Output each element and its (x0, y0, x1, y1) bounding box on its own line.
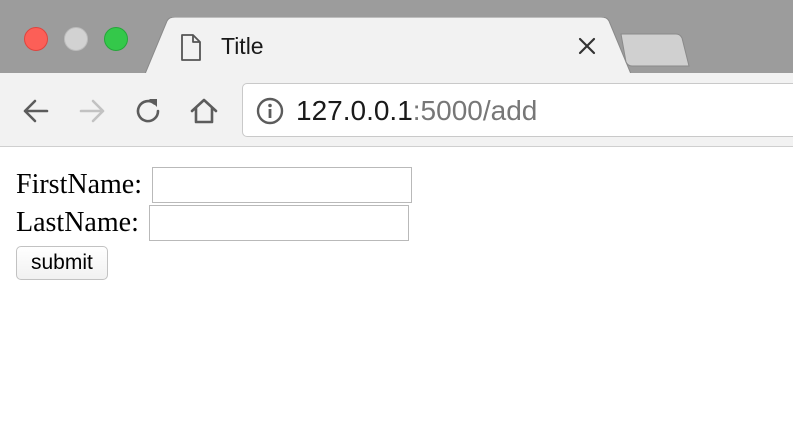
info-icon[interactable] (256, 97, 284, 125)
tab-title: Title (221, 33, 264, 59)
add-form: FirstName: LastName: submit (16, 166, 412, 280)
url-path: :5000/add (412, 95, 538, 126)
url-host: 127.0.0.1 (296, 95, 413, 126)
tab-background (145, 17, 631, 74)
window-minimize-button[interactable] (64, 27, 88, 51)
browser-titlebar: Title (0, 0, 793, 74)
first-name-input[interactable] (152, 167, 412, 203)
home-icon[interactable] (188, 95, 220, 127)
new-tab-icon[interactable] (620, 33, 690, 67)
browser-toolbar: 127.0.0.1:5000/add (0, 73, 793, 147)
reload-icon[interactable] (132, 95, 164, 127)
last-name-label: LastName: (16, 207, 139, 238)
last-name-input[interactable] (148, 205, 409, 241)
url-text[interactable]: 127.0.0.1:5000/add (296, 94, 537, 128)
window-maximize-button[interactable] (104, 27, 128, 51)
toolbar-divider (0, 146, 793, 147)
close-icon[interactable] (575, 34, 599, 58)
page-content: FirstName: LastName: submit (16, 166, 412, 280)
back-arrow-icon[interactable] (20, 95, 52, 127)
forward-arrow-icon[interactable] (76, 95, 108, 127)
window-close-button[interactable] (24, 27, 48, 51)
address-bar[interactable]: 127.0.0.1:5000/add (242, 83, 793, 137)
document-icon (181, 34, 201, 61)
first-name-label: FirstName: (16, 169, 142, 200)
first-name-row: FirstName: (16, 166, 412, 204)
last-name-row: LastName: (16, 204, 412, 242)
submit-button[interactable]: submit (16, 246, 108, 280)
browser-tab[interactable]: Title (145, 17, 631, 74)
